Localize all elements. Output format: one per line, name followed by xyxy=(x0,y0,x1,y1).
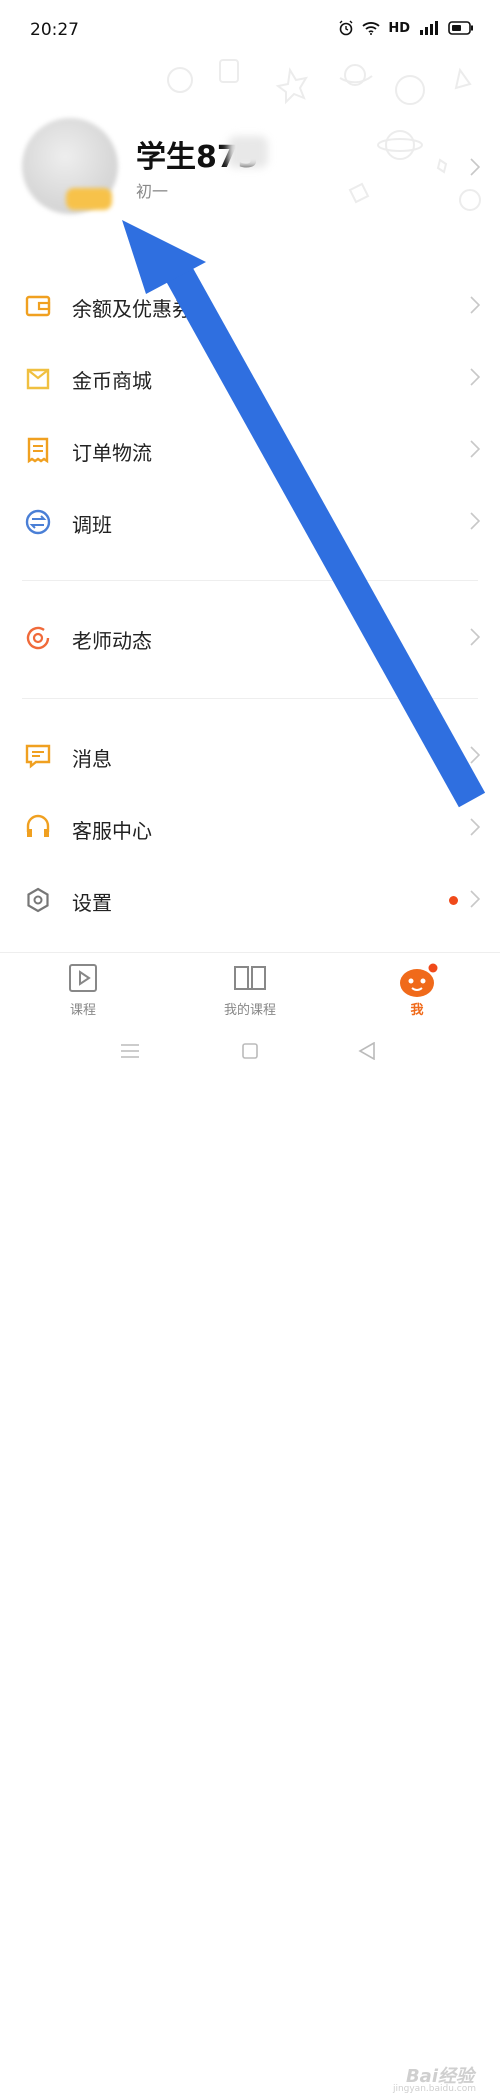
hd-indicator: HD xyxy=(388,20,410,36)
book-icon xyxy=(234,966,266,990)
watermark-url: jingyan.baidu.com xyxy=(392,2084,476,2094)
headset-icon xyxy=(26,814,50,837)
menu-item-balance[interactable]: 余额及优惠券 xyxy=(0,274,500,338)
menu-item-customer-service[interactable]: 客服中心 xyxy=(0,796,500,860)
signal-icon xyxy=(420,21,438,35)
bottom-tab-bar: 课程 我的课程 我 xyxy=(0,952,500,1025)
menu-item-label: 设置 xyxy=(72,891,112,915)
back-icon[interactable] xyxy=(358,1042,376,1060)
tab-courses[interactable]: 课程 xyxy=(0,953,166,1025)
menu-item-teacher-feed[interactable]: 老师动态 xyxy=(0,606,500,670)
tab-label: 我 xyxy=(410,1003,424,1018)
mascot-icon xyxy=(400,963,438,997)
tab-my-courses[interactable]: 我的课程 xyxy=(167,953,333,1025)
menu-item-orders[interactable]: 订单物流 xyxy=(0,418,500,482)
menu-item-settings[interactable]: 设置 xyxy=(0,868,500,932)
chevron-right-icon xyxy=(470,440,480,458)
divider xyxy=(22,580,478,581)
menu-item-messages[interactable]: 消息 xyxy=(0,724,500,788)
profile-header[interactable]: 学生873 初一 xyxy=(0,100,500,240)
chevron-right-icon xyxy=(470,158,480,176)
shop-icon xyxy=(26,368,50,390)
chevron-right-icon xyxy=(470,818,480,836)
menu-item-label: 客服中心 xyxy=(72,819,152,843)
chevron-right-icon xyxy=(470,512,480,530)
menu-item-label: 余额及优惠券 xyxy=(72,297,192,321)
menu-item-label: 金币商城 xyxy=(72,369,152,393)
chevron-right-icon xyxy=(470,628,480,646)
settings-icon xyxy=(27,887,49,913)
menu-item-label: 消息 xyxy=(72,747,112,771)
play-icon xyxy=(69,964,97,992)
notification-dot xyxy=(449,896,458,905)
username-mask xyxy=(228,136,268,168)
teacher-feed-icon xyxy=(26,626,50,650)
menu-item-coin-mall[interactable]: 金币商城 xyxy=(0,346,500,410)
menu-item-switch-class[interactable]: 调班 xyxy=(0,490,500,554)
order-icon xyxy=(27,437,49,464)
system-nav-bar: Bai经验 jingyan.baidu.com xyxy=(0,1024,500,2094)
tab-label: 课程 xyxy=(69,1003,96,1018)
grade-label: 初一 xyxy=(136,182,169,201)
status-icons: HD xyxy=(338,20,474,36)
switch-class-icon xyxy=(25,509,51,535)
status-time: 20:27 xyxy=(30,20,79,40)
chevron-right-icon xyxy=(470,746,480,764)
divider xyxy=(22,698,478,699)
message-icon xyxy=(25,744,51,769)
chevron-right-icon xyxy=(470,368,480,386)
wifi-icon xyxy=(362,22,380,35)
menu-item-label: 调班 xyxy=(72,513,112,537)
alarm-icon xyxy=(339,20,353,36)
chevron-right-icon xyxy=(470,890,480,908)
menu-item-label: 老师动态 xyxy=(72,629,152,653)
wallet-icon xyxy=(25,295,51,317)
vip-badge xyxy=(66,188,112,210)
tab-me[interactable]: 我 xyxy=(334,953,500,1025)
chevron-right-icon xyxy=(470,296,480,314)
menu-item-label: 订单物流 xyxy=(72,441,152,465)
menu-icon[interactable] xyxy=(120,1042,140,1060)
home-icon[interactable] xyxy=(241,1042,259,1060)
tab-label: 我的课程 xyxy=(223,1003,276,1018)
battery-icon xyxy=(448,21,473,35)
